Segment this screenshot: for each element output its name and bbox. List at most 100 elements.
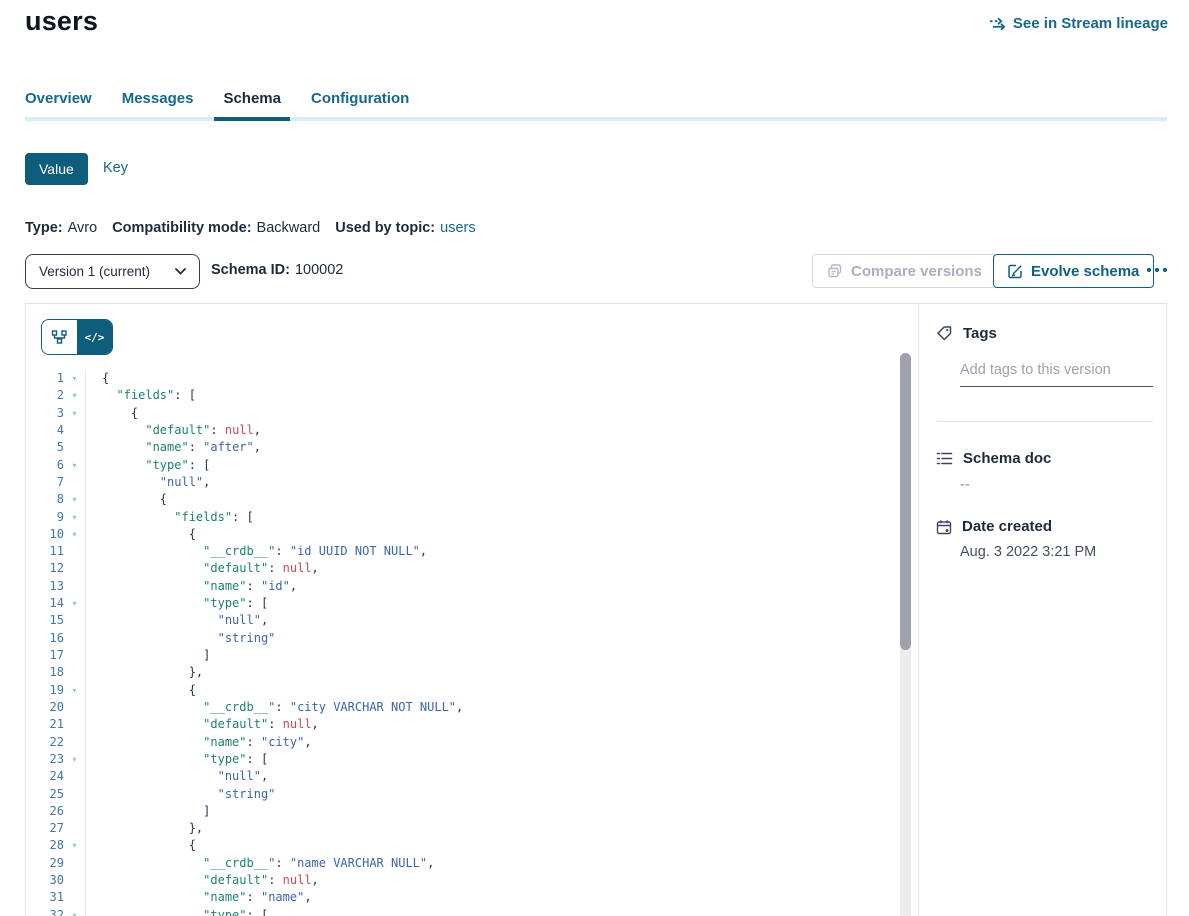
code-text: "string" <box>85 786 918 803</box>
fold-arrow-icon[interactable]: ▾ <box>64 387 85 404</box>
line-number: 24 <box>26 768 64 785</box>
schema-id-label: Schema ID: <box>211 262 290 278</box>
used-by-topic-link[interactable]: users <box>440 220 475 236</box>
key-toggle-button[interactable]: Key <box>103 160 128 176</box>
code-text: "name": "after", <box>85 439 918 456</box>
overflow-menu-button[interactable] <box>1146 260 1168 278</box>
code-line: 21 "default": null, <box>26 716 918 733</box>
fold-arrow-icon[interactable]: ▾ <box>64 509 85 526</box>
fold-spacer <box>64 578 85 595</box>
line-number: 23 <box>26 751 64 768</box>
code-view-button[interactable]: </> <box>77 320 112 354</box>
calendar-plus-icon <box>936 519 952 535</box>
code-text: }, <box>85 664 918 681</box>
code-line: 10▾ { <box>26 526 918 543</box>
code-line: 3▾ { <box>26 405 918 422</box>
fold-spacer <box>64 803 85 820</box>
version-select[interactable]: Version 1 (current) <box>25 254 200 289</box>
code-text: "__crdb__": "city VARCHAR NOT NULL", <box>85 699 918 716</box>
fold-arrow-icon[interactable]: ▾ <box>64 370 85 387</box>
tag-icon <box>936 325 953 342</box>
code-text: { <box>85 682 918 699</box>
line-number: 27 <box>26 820 64 837</box>
fold-arrow-icon[interactable]: ▾ <box>64 837 85 854</box>
fold-spacer <box>64 820 85 837</box>
code-line: 18 }, <box>26 664 918 681</box>
code-text: { <box>85 405 918 422</box>
code-text: }, <box>85 820 918 837</box>
code-text: "fields": [ <box>85 509 918 526</box>
tree-view-button[interactable] <box>42 320 77 354</box>
fold-spacer <box>64 474 85 491</box>
type-label: Type: <box>25 220 63 236</box>
fold-spacer <box>64 872 85 889</box>
lineage-link-label: See in Stream lineage <box>1013 15 1168 32</box>
tab-messages[interactable]: Messages <box>122 90 194 117</box>
add-tags-input[interactable] <box>960 359 1153 387</box>
editor-scrollbar-thumb[interactable] <box>900 353 911 650</box>
line-number: 6 <box>26 457 64 474</box>
line-number: 21 <box>26 716 64 733</box>
tab-configuration[interactable]: Configuration <box>311 90 409 117</box>
tree-view-icon <box>51 329 68 345</box>
fold-spacer <box>64 855 85 872</box>
code-line: 8▾ { <box>26 491 918 508</box>
compatibility-label: Compatibility mode: <box>112 220 251 236</box>
fold-spacer <box>64 439 85 456</box>
line-number: 22 <box>26 734 64 751</box>
code-text: "default": null, <box>85 872 918 889</box>
schema-doc-heading-label: Schema doc <box>963 450 1051 467</box>
evolve-schema-button[interactable]: Evolve schema <box>993 254 1154 288</box>
fold-spacer <box>64 716 85 733</box>
code-line: 32▾ "type": [ <box>26 907 918 916</box>
line-number: 15 <box>26 612 64 629</box>
fold-arrow-icon[interactable]: ▾ <box>64 405 85 422</box>
schema-id-value: 100002 <box>295 262 343 278</box>
code-line: 14▾ "type": [ <box>26 595 918 612</box>
code-text: { <box>85 491 918 508</box>
fold-spacer <box>64 543 85 560</box>
schema-page: users See in Stream lineage Overview Mess… <box>0 0 1189 916</box>
line-number: 8 <box>26 491 64 508</box>
code-text: { <box>85 370 918 387</box>
value-toggle-button[interactable]: Value <box>25 153 88 185</box>
line-number: 1 <box>26 370 64 387</box>
code-line: 1▾{ <box>26 370 918 387</box>
schema-doc-heading: Schema doc <box>936 450 1051 467</box>
code-text: "null", <box>85 768 918 785</box>
tags-heading-label: Tags <box>963 325 997 342</box>
schema-sidebar: Tags Schema doc -- <box>919 304 1166 916</box>
sidebar-divider <box>937 421 1153 422</box>
code-text: "default": null, <box>85 560 918 577</box>
fold-arrow-icon[interactable]: ▾ <box>64 526 85 543</box>
code-line: 24 "null", <box>26 768 918 785</box>
code-line: 28▾ { <box>26 837 918 854</box>
compare-versions-button[interactable]: Compare versions <box>812 254 997 288</box>
fold-spacer <box>64 699 85 716</box>
code-text: "type": [ <box>85 751 918 768</box>
tab-overview[interactable]: Overview <box>25 90 92 117</box>
code-text: "name": "id", <box>85 578 918 595</box>
stream-lineage-icon <box>989 16 1006 32</box>
code-line: 31 "name": "name", <box>26 889 918 906</box>
tab-schema[interactable]: Schema <box>223 90 281 117</box>
type-value: Avro <box>68 220 98 236</box>
fold-arrow-icon[interactable]: ▾ <box>64 751 85 768</box>
list-icon <box>936 451 953 466</box>
fold-arrow-icon[interactable]: ▾ <box>64 682 85 699</box>
fold-arrow-icon[interactable]: ▾ <box>64 457 85 474</box>
used-by-topic-meta: Used by topic:users <box>335 220 475 236</box>
type-meta: Type: Avro <box>25 220 97 236</box>
line-number: 7 <box>26 474 64 491</box>
line-number: 29 <box>26 855 64 872</box>
fold-arrow-icon[interactable]: ▾ <box>64 491 85 508</box>
tabs: Overview Messages Schema Configuration <box>25 90 409 117</box>
code-text: "type": [ <box>85 457 918 474</box>
fold-arrow-icon[interactable]: ▾ <box>64 907 85 916</box>
code-text: "type": [ <box>85 595 918 612</box>
code-text: "name": "name", <box>85 889 918 906</box>
fold-arrow-icon[interactable]: ▾ <box>64 595 85 612</box>
tab-underline-track <box>25 117 1167 121</box>
line-number: 2 <box>26 387 64 404</box>
see-in-stream-lineage-link[interactable]: See in Stream lineage <box>989 15 1168 32</box>
